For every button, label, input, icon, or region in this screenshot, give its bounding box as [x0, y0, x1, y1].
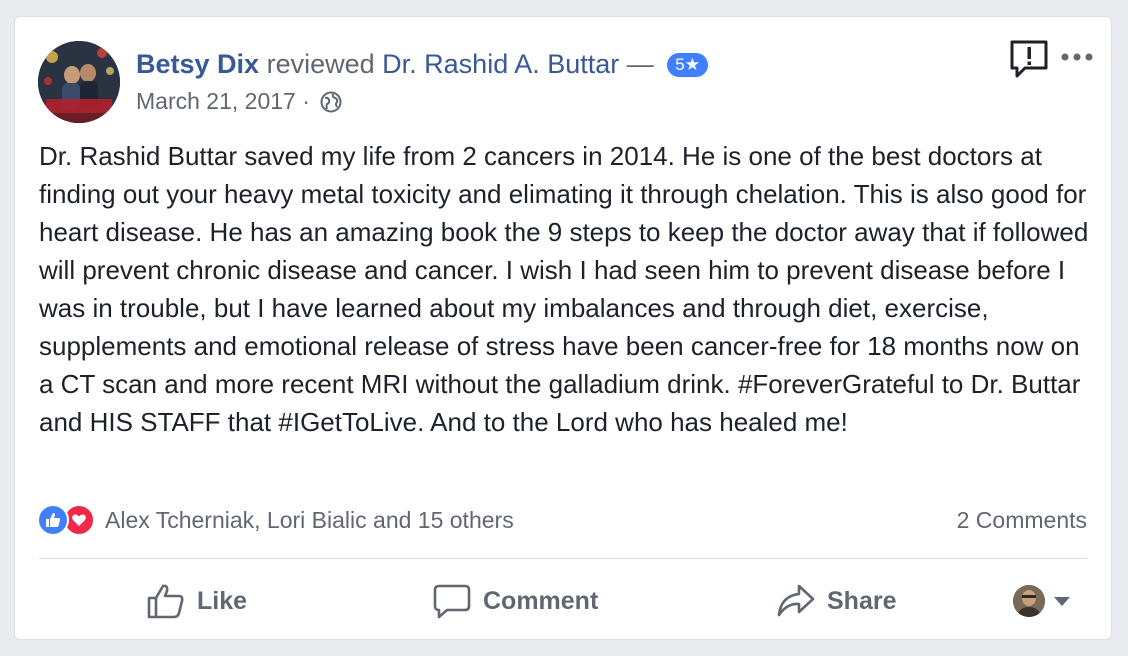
post-meta: March 21, 2017 ·	[136, 86, 342, 116]
author-avatar-photo	[38, 41, 120, 123]
caret-down-icon	[1054, 597, 1070, 606]
author-name-link[interactable]: Betsy Dix	[136, 49, 259, 79]
rating-badge: 5★	[667, 53, 708, 77]
comments-count-link[interactable]: 2 Comments	[957, 505, 1087, 535]
meta-separator: ·	[302, 88, 310, 114]
comment-bubble-icon	[433, 584, 471, 619]
globe-icon[interactable]	[320, 91, 342, 113]
share-button[interactable]: Share	[777, 579, 896, 623]
like-button[interactable]: Like	[147, 579, 247, 623]
share-arrow-icon	[777, 584, 815, 617]
page-name-link[interactable]: Dr. Rashid A. Buttar	[382, 49, 619, 79]
like-reaction-icon	[37, 504, 69, 536]
review-post-card: Betsy Dix reviewed Dr. Rashid A. Buttar …	[14, 16, 1112, 640]
share-label: Share	[827, 586, 897, 615]
author-avatar[interactable]	[38, 41, 120, 123]
comment-label: Comment	[483, 586, 599, 615]
post-date-link[interactable]: March 21, 2017	[136, 88, 296, 114]
more-options-icon[interactable]	[1059, 47, 1095, 67]
like-label: Like	[197, 586, 248, 615]
dash-separator: —	[626, 49, 654, 79]
current-user-avatar	[1013, 585, 1045, 617]
reactions-summary[interactable]: Alex Tcherniak, Lori Bialic and 15 other…	[37, 503, 514, 537]
thumbs-up-icon	[147, 584, 184, 619]
comment-button[interactable]: Comment	[433, 579, 598, 623]
post-header: Betsy Dix reviewed Dr. Rashid A. Buttar …	[136, 47, 708, 81]
actions-divider	[39, 558, 1087, 559]
post-body-text: Dr. Rashid Buttar saved my life from 2 c…	[39, 141, 1089, 437]
reaction-names[interactable]: Alex Tcherniak, Lori Bialic and 15 other…	[105, 507, 514, 534]
profile-selector[interactable]	[1013, 585, 1071, 617]
action-text: reviewed	[266, 49, 375, 79]
report-exclamation-icon[interactable]	[1009, 39, 1049, 79]
